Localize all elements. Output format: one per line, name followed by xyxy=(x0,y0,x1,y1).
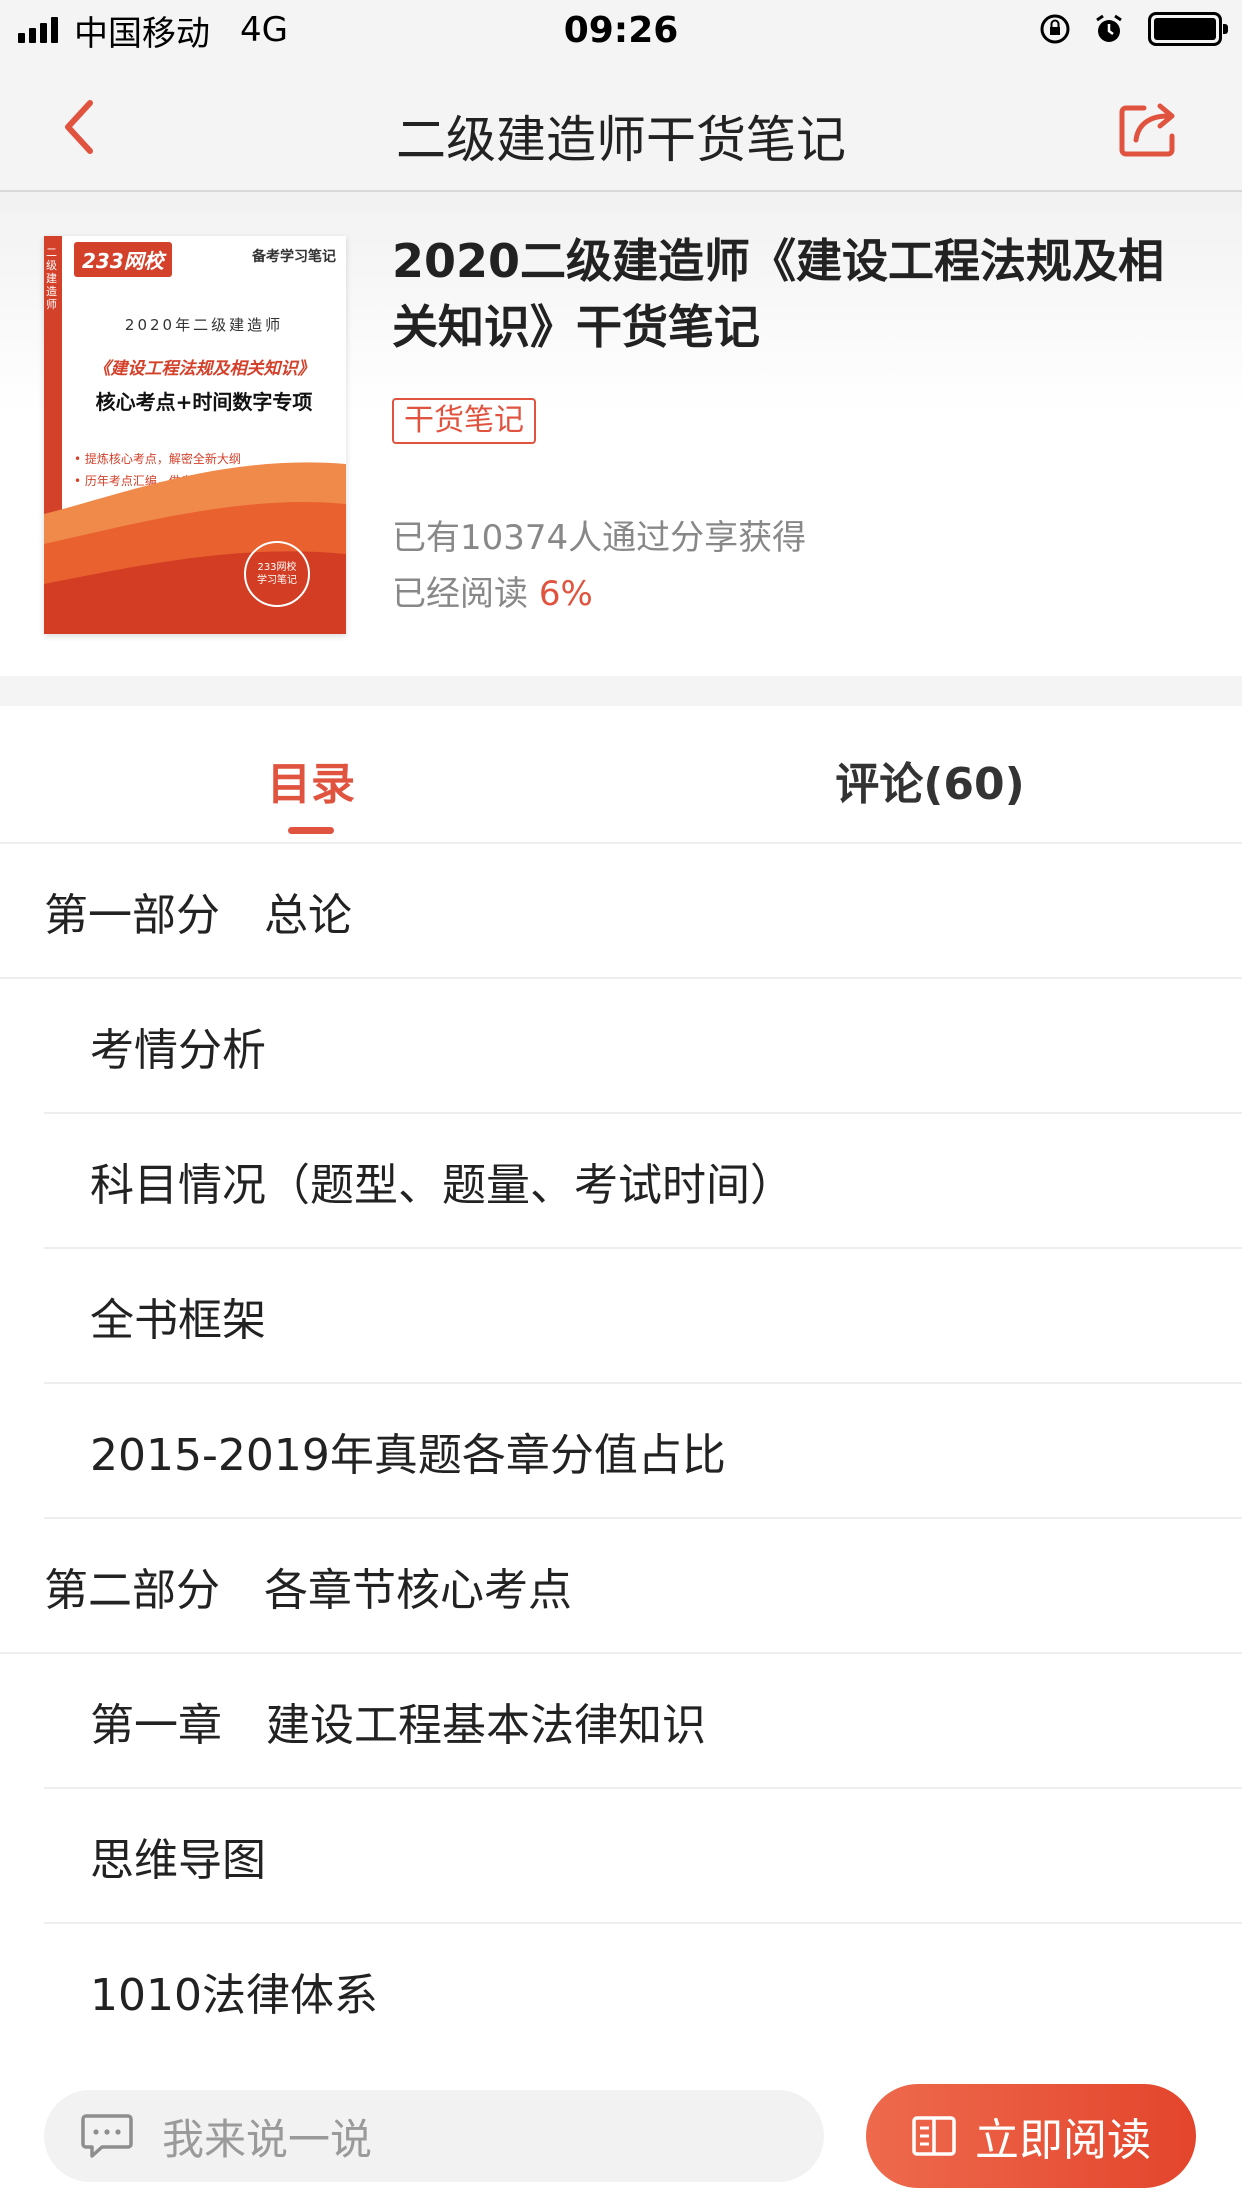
cover-logo: 233网校 xyxy=(74,242,172,277)
cover-seal: 233网校 学习笔记 xyxy=(244,541,310,607)
tab-bar: 目录 评论(60) xyxy=(0,706,1242,844)
cover-tag: 备考学习笔记 xyxy=(252,249,336,265)
toc-item[interactable]: 思维导图 xyxy=(44,1789,1242,1924)
book-cover[interactable]: 二级建造师 233网校 备考学习笔记 2020年二级建造师 《建设工程法规及相关… xyxy=(44,236,346,634)
comment-input[interactable]: 我来说一说 xyxy=(44,2090,824,2182)
toc-item[interactable]: 2015-2019年真题各章分值占比 xyxy=(44,1384,1242,1519)
read-now-label: 立即阅读 xyxy=(975,2115,1151,2166)
battery-icon xyxy=(1148,12,1228,46)
read-now-button[interactable]: 立即阅读 xyxy=(866,2084,1196,2188)
share-button[interactable] xyxy=(1114,94,1184,164)
chat-bubble-icon xyxy=(81,2114,133,2158)
toc-item[interactable]: 科目情况（题型、题量、考试时间） xyxy=(44,1114,1242,1249)
status-bar: 中国移动 4G 09:26 xyxy=(0,0,1242,62)
status-right xyxy=(1018,12,1228,46)
comment-placeholder: 我来说一说 xyxy=(162,2114,373,2164)
toc-item[interactable]: 全书框架 xyxy=(44,1249,1242,1384)
read-progress-percent: 6% xyxy=(538,574,593,614)
cover-title-line1: 《建设工程法规及相关知识》 xyxy=(93,359,315,379)
bottom-bar: 我来说一说 立即阅读 xyxy=(0,2056,1242,2208)
active-tab-indicator xyxy=(288,827,334,834)
book-icon xyxy=(912,2116,956,2156)
rotation-lock-icon xyxy=(1040,14,1070,44)
toc-item[interactable]: 考情分析 xyxy=(44,979,1242,1114)
read-progress: 已经阅读 6% xyxy=(392,566,593,615)
cover-title-line2: 核心考点+时间数字专项 xyxy=(95,390,313,414)
page-title: 二级建造师干货笔记 xyxy=(396,111,846,169)
nav-bar: 二级建造师干货笔记 xyxy=(0,62,1242,192)
toc-list: 第一部分 总论 考情分析 科目情况（题型、题量、考试时间） 全书框架 2015-… xyxy=(0,844,1242,2059)
toc-item[interactable]: 第二部分 各章节核心考点 xyxy=(0,1519,1242,1654)
toc-item[interactable]: 1010法律体系 xyxy=(44,1924,1242,2059)
toc-item[interactable]: 第一部分 总论 xyxy=(0,844,1242,979)
toc-item[interactable]: 第一章 建设工程基本法律知识 xyxy=(44,1654,1242,1789)
category-badge: 干货笔记 xyxy=(392,398,536,444)
cover-side-text: 二级建造师 xyxy=(46,246,57,311)
book-header: 二级建造师 233网校 备考学习笔记 2020年二级建造师 《建设工程法规及相关… xyxy=(0,192,1242,676)
tab-toc[interactable]: 目录 xyxy=(200,748,422,812)
book-title: 2020二级建造师《建设工程法规及相关知识》干货笔记 xyxy=(392,234,1165,354)
alarm-icon xyxy=(1096,14,1122,42)
share-count: 已有10374人通过分享获得 xyxy=(392,518,807,558)
share-icon xyxy=(1119,103,1175,157)
read-progress-label: 已经阅读 xyxy=(392,574,528,614)
cover-year: 2020年二级建造师 xyxy=(124,316,284,334)
cover-wave xyxy=(44,462,346,634)
tab-comments[interactable]: 评论(60) xyxy=(770,748,1090,812)
section-divider xyxy=(0,676,1242,706)
